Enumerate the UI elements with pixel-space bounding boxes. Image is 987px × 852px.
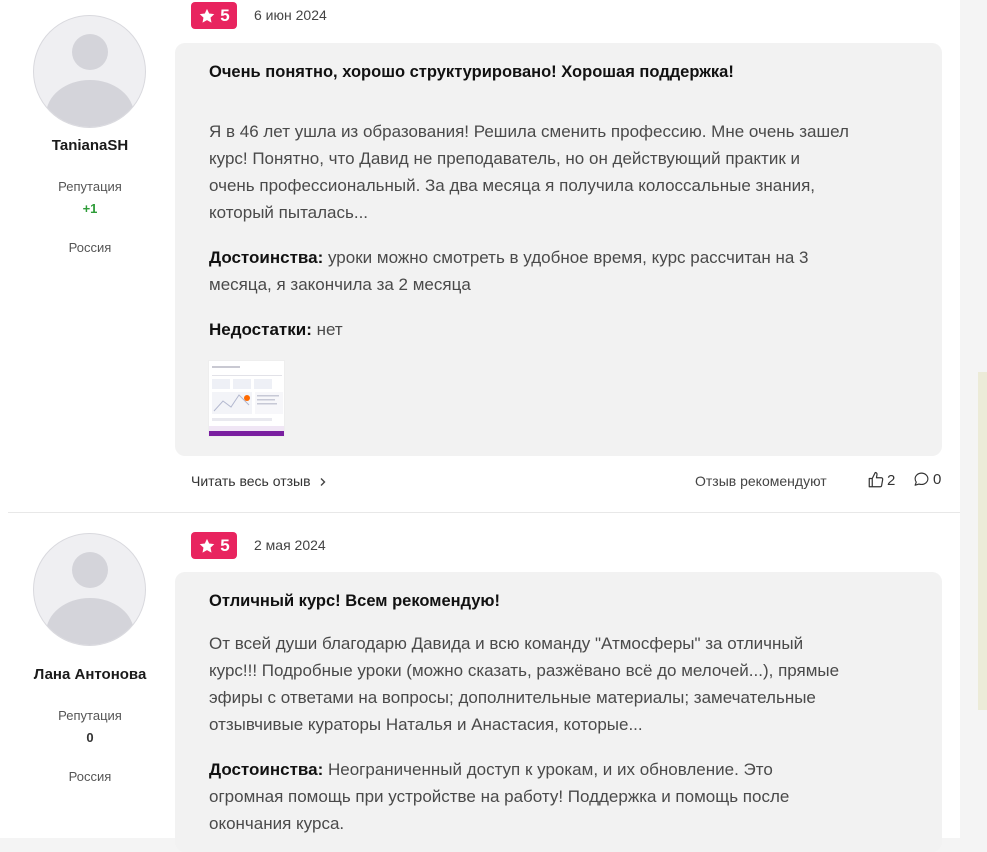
avatar-head-shape [72, 34, 108, 70]
review-text-line: курс! Понятно, что Давид не преподавател… [209, 149, 800, 168]
pros-label: Достоинства: [209, 760, 324, 779]
pros-text-line: огромная помощь при устройстве на работу… [209, 787, 790, 806]
review-text-line: отзывчивые кураторы Наталья и Анастасия,… [209, 715, 643, 734]
review-footer: Читать весь отзыв Отзыв рекомендуют 2 0 [191, 471, 942, 491]
review-text: От всей души благодарю Давида и всю кома… [209, 630, 909, 738]
review-text-line: очень профессиональный. За два месяца я … [209, 176, 816, 195]
review-title[interactable]: Отличный курс! Всем рекомендую! [209, 592, 500, 611]
review-date: 2 мая 2024 [254, 537, 326, 553]
review-card-1: TanianaSH Репутация +1 Россия 5 6 июн 20… [0, 0, 960, 512]
reviewer-name[interactable]: Лана Антонова [0, 666, 180, 683]
cons-label: Недостатки: [209, 320, 312, 339]
pros-text-line: Неограниченный доступ к урокам, и их обн… [328, 760, 773, 779]
pros-text-line: месяца, я закончила за 2 месяца [209, 275, 471, 294]
rating-value: 5 [220, 535, 230, 555]
review-body[interactable]: Отличный курс! Всем рекомендую! От всей … [175, 572, 942, 852]
review-title[interactable]: Очень понятно, хорошо структурировано! Х… [209, 63, 734, 82]
star-icon [199, 8, 215, 23]
review-text: Я в 46 лет ушла из образования! Решила с… [209, 118, 909, 226]
star-icon [199, 538, 215, 553]
review-text-line: От всей души благодарю Давида и всю кома… [209, 634, 804, 653]
reputation-label: Репутация [58, 708, 122, 723]
avatar[interactable] [33, 533, 146, 646]
like-button[interactable]: 2 [867, 471, 895, 489]
review-text-line: курс!!! Подробные уроки (можно сказать, … [209, 661, 840, 680]
comment-icon [914, 472, 929, 486]
avatar-body-shape [46, 80, 134, 127]
review-text-line: Я в 46 лет ушла из образования! Решила с… [209, 122, 849, 141]
attachment-thumbnail[interactable] [208, 360, 285, 437]
review-pros: Достоинства: уроки можно смотреть в удоб… [209, 244, 909, 298]
review-date: 6 июн 2024 [254, 7, 327, 23]
chevron-right-icon [320, 478, 326, 487]
reputation-label: Репутация [58, 179, 122, 194]
pros-label: Достоинства: [209, 248, 324, 267]
comments-count: 0 [933, 471, 942, 488]
rating-value: 5 [220, 5, 230, 25]
right-side-banner [978, 372, 987, 710]
reviewer-name[interactable]: TanianaSH [0, 137, 180, 154]
review-text-line: который пыталась... [209, 203, 369, 222]
review-text-line: эфиры с ответами на вопросы; дополнитель… [209, 688, 816, 707]
cons-text: нет [316, 320, 343, 339]
reputation-value: +1 [82, 201, 98, 216]
pros-text-line: окончания курса. [209, 814, 345, 833]
rating-badge: 5 [191, 532, 237, 559]
review-pros: Достоинства: Неограниченный доступ к уро… [209, 756, 909, 837]
screenshot-thumbnail-image [209, 361, 284, 436]
review-divider [8, 512, 960, 513]
reviewer-country: Россия [68, 769, 112, 784]
rating-badge: 5 [191, 2, 237, 29]
read-more-label: Читать весь отзыв [191, 473, 311, 489]
avatar-head-shape [72, 552, 108, 588]
reviewer-country: Россия [68, 240, 112, 255]
pros-text-line: уроки можно смотреть в удобное время, ку… [328, 248, 809, 267]
avatar-body-shape [46, 598, 134, 645]
review-cons: Недостатки: нет [209, 316, 909, 343]
avatar[interactable] [33, 15, 146, 128]
comments-button[interactable]: 0 [913, 471, 941, 488]
review-body[interactable]: Очень понятно, хорошо структурировано! Х… [175, 43, 942, 456]
likes-count: 2 [887, 471, 896, 489]
thumbs-up-icon [868, 471, 884, 488]
read-full-review-link[interactable]: Читать весь отзыв [191, 473, 328, 489]
reviews-page: TanianaSH Репутация +1 Россия 5 6 июн 20… [0, 0, 960, 852]
reputation-value: 0 [86, 730, 94, 745]
recommend-label: Отзыв рекомендуют [695, 473, 827, 489]
review-card-2: Лана Антонова Репутация 0 Россия 5 2 мая… [0, 514, 960, 852]
